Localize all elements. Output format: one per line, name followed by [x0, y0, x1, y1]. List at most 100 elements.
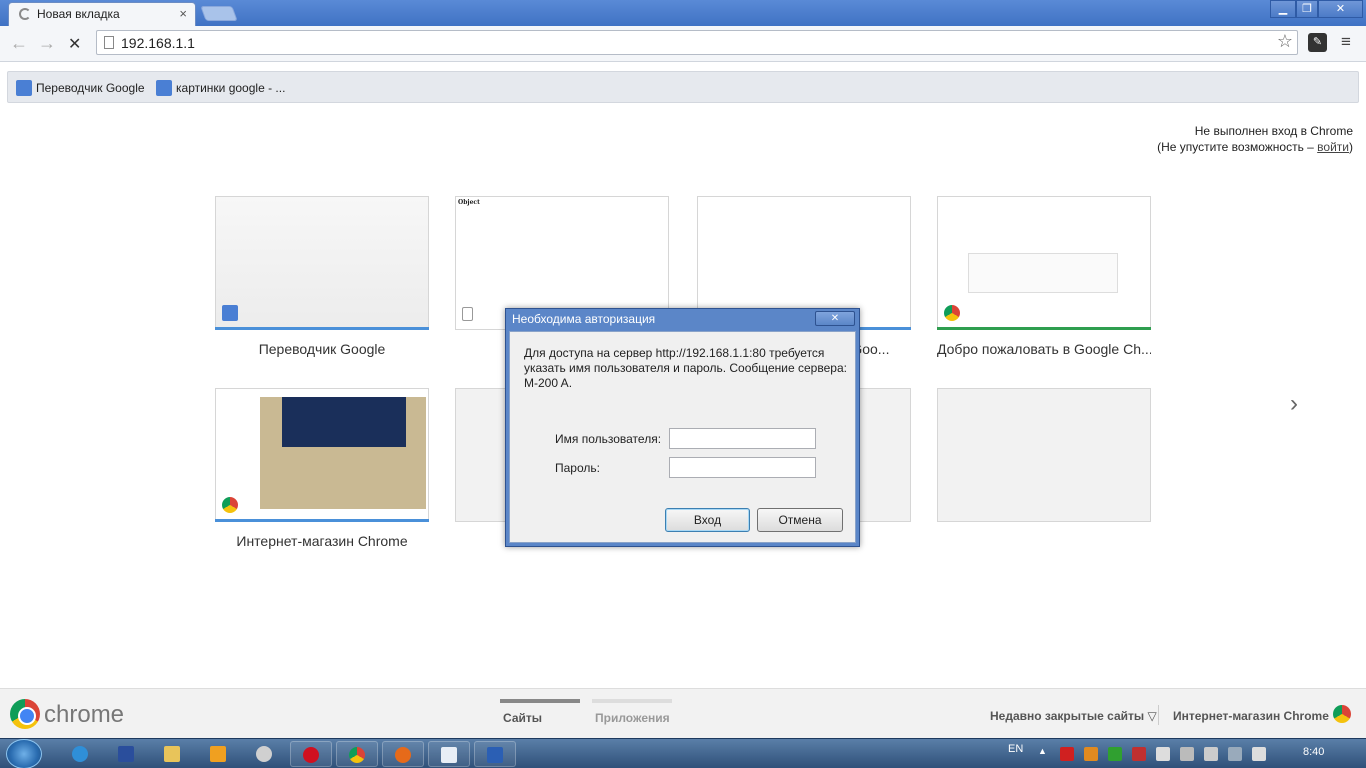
login-button[interactable]: Вход: [665, 508, 750, 532]
dialog-title: Необходима авторизация: [512, 312, 656, 326]
thumbnail-preview: [968, 253, 1118, 293]
password-input[interactable]: [669, 457, 816, 478]
page-icon: [104, 36, 114, 49]
taskbar-paint[interactable]: [244, 741, 286, 767]
taskbar-media[interactable]: [198, 741, 240, 767]
google-icon: [156, 80, 172, 96]
bookmark-label: картинки google - ...: [176, 81, 286, 95]
tray-app-icon[interactable]: [1084, 747, 1098, 761]
opera-icon: [303, 747, 319, 763]
taskbar-ie[interactable]: [60, 741, 102, 767]
thumbnail-mini-title: Object: [458, 199, 480, 206]
signin-link[interactable]: войти: [1317, 140, 1349, 154]
bookmark-translate[interactable]: Переводчик Google: [16, 80, 145, 96]
chrome-icon: [349, 747, 365, 763]
signin-line2: (Не упустите возможность – войти): [1157, 140, 1353, 154]
taskbar-save[interactable]: [106, 741, 148, 767]
taskbar-notepad[interactable]: [428, 741, 470, 767]
chrome-menu-icon[interactable]: ≡: [1341, 32, 1351, 52]
translate-icon: [222, 305, 238, 321]
tab-close-icon[interactable]: ×: [179, 6, 187, 21]
taskbar-explorer[interactable]: [152, 741, 194, 767]
taskbar-word[interactable]: [474, 741, 516, 767]
address-url[interactable]: 192.168.1.1: [121, 35, 195, 51]
tab-label: Приложения: [595, 711, 670, 725]
bookmark-images[interactable]: картинки google - ...: [156, 80, 285, 96]
dialog-close-button[interactable]: ✕: [815, 311, 855, 326]
webstore-link[interactable]: Интернет-магазин Chrome: [1173, 709, 1329, 723]
tray-device-icon[interactable]: [1180, 747, 1194, 761]
thumbnail-welcome[interactable]: [937, 196, 1151, 330]
thumbnail-empty: [937, 388, 1151, 522]
firefox-icon: [395, 747, 411, 763]
recently-closed-menu[interactable]: Недавно закрытые сайты ▽: [990, 709, 1157, 723]
thumbnail-label[interactable]: Интернет-магазин Chrome: [215, 533, 429, 549]
thumbnail-webstore[interactable]: [215, 388, 429, 522]
taskbar-firefox[interactable]: [382, 741, 424, 767]
tab-apps[interactable]: Приложения: [592, 699, 672, 725]
taskbar-chrome[interactable]: [336, 741, 378, 767]
usb-icon[interactable]: [1204, 747, 1218, 761]
auth-dialog: Необходима авторизация ✕ Для доступа на …: [505, 308, 860, 547]
tab-new-tab[interactable]: Новая вкладка ×: [8, 2, 196, 26]
signin-promo: Не выполнен вход в Chrome (Не упустите в…: [1157, 123, 1353, 155]
close-window-button[interactable]: ✕: [1318, 0, 1363, 18]
folder-icon: [164, 746, 180, 762]
taskbar-opera[interactable]: [290, 741, 332, 767]
media-icon: [210, 746, 226, 762]
loading-spinner-icon: [19, 8, 31, 20]
cancel-button[interactable]: Отмена: [757, 508, 843, 532]
address-bar[interactable]: 192.168.1.1 ☆: [96, 30, 1298, 55]
ie-icon: [72, 746, 88, 762]
thumbnail-bar: [215, 327, 429, 330]
save-icon: [118, 746, 134, 762]
tray-check-icon[interactable]: [1108, 747, 1122, 761]
thumbnail-label[interactable]: Переводчик Google: [215, 341, 429, 357]
back-button[interactable]: ←: [10, 33, 28, 54]
maximize-button[interactable]: ❐: [1296, 0, 1318, 18]
tab-title: Новая вкладка: [37, 7, 120, 21]
dialog-body: Для доступа на сервер http://192.168.1.1…: [509, 331, 856, 543]
network-icon[interactable]: [1228, 747, 1242, 761]
ntp-footer: chrome Сайты Приложения Недавно закрытые…: [0, 688, 1366, 738]
start-button[interactable]: [6, 739, 42, 768]
windows-taskbar: EN ▲ 8:40: [0, 738, 1366, 768]
tab-strip: Новая вкладка × ▁ ❐ ✕: [0, 0, 1366, 26]
tab-label: Сайты: [503, 711, 542, 725]
thumbnail-bar: [215, 519, 429, 522]
next-page-arrow[interactable]: ›: [1290, 390, 1298, 418]
stop-button[interactable]: ✕: [68, 34, 81, 54]
bookmark-star-icon[interactable]: ☆: [1277, 31, 1293, 52]
thumbnail-bar: [937, 327, 1151, 330]
thumbnail-banner: [282, 397, 406, 447]
dialog-message: Для доступа на сервер http://192.168.1.1…: [524, 346, 847, 390]
antivirus-icon[interactable]: [1060, 747, 1074, 761]
notepad-icon: [441, 747, 457, 763]
volume-icon[interactable]: [1252, 747, 1266, 761]
username-input[interactable]: [669, 428, 816, 449]
thumbnail-label[interactable]: Добро пожаловать в Google Ch...: [937, 341, 1151, 357]
footer-divider: [1158, 705, 1159, 725]
extension-icon[interactable]: ✎: [1308, 33, 1327, 52]
webstore-icon[interactable]: [1333, 705, 1351, 723]
chrome-wordmark: chrome: [44, 701, 125, 728]
chrome-icon: [944, 305, 960, 321]
signin-line1: Не выполнен вход в Chrome: [1194, 124, 1353, 138]
minimize-button[interactable]: ▁: [1270, 0, 1296, 18]
action-center-icon[interactable]: [1156, 747, 1170, 761]
thumbnail-translate[interactable]: [215, 196, 429, 330]
password-label: Пароль:: [555, 461, 600, 475]
forward-button[interactable]: →: [38, 33, 56, 54]
show-hidden-icons[interactable]: ▲: [1038, 746, 1047, 756]
new-tab-button[interactable]: [200, 6, 238, 21]
tab-indicator: [592, 699, 672, 703]
chrome-logo-icon: [10, 699, 40, 729]
word-icon: [487, 747, 503, 763]
translate-icon: [16, 80, 32, 96]
tab-indicator: [500, 699, 580, 703]
clock[interactable]: 8:40: [1303, 746, 1324, 758]
language-indicator[interactable]: EN: [1008, 743, 1023, 755]
tab-sites[interactable]: Сайты: [500, 699, 580, 725]
bookmarks-bar: Переводчик Google картинки google - ...: [7, 71, 1359, 103]
flag-icon[interactable]: [1132, 747, 1146, 761]
